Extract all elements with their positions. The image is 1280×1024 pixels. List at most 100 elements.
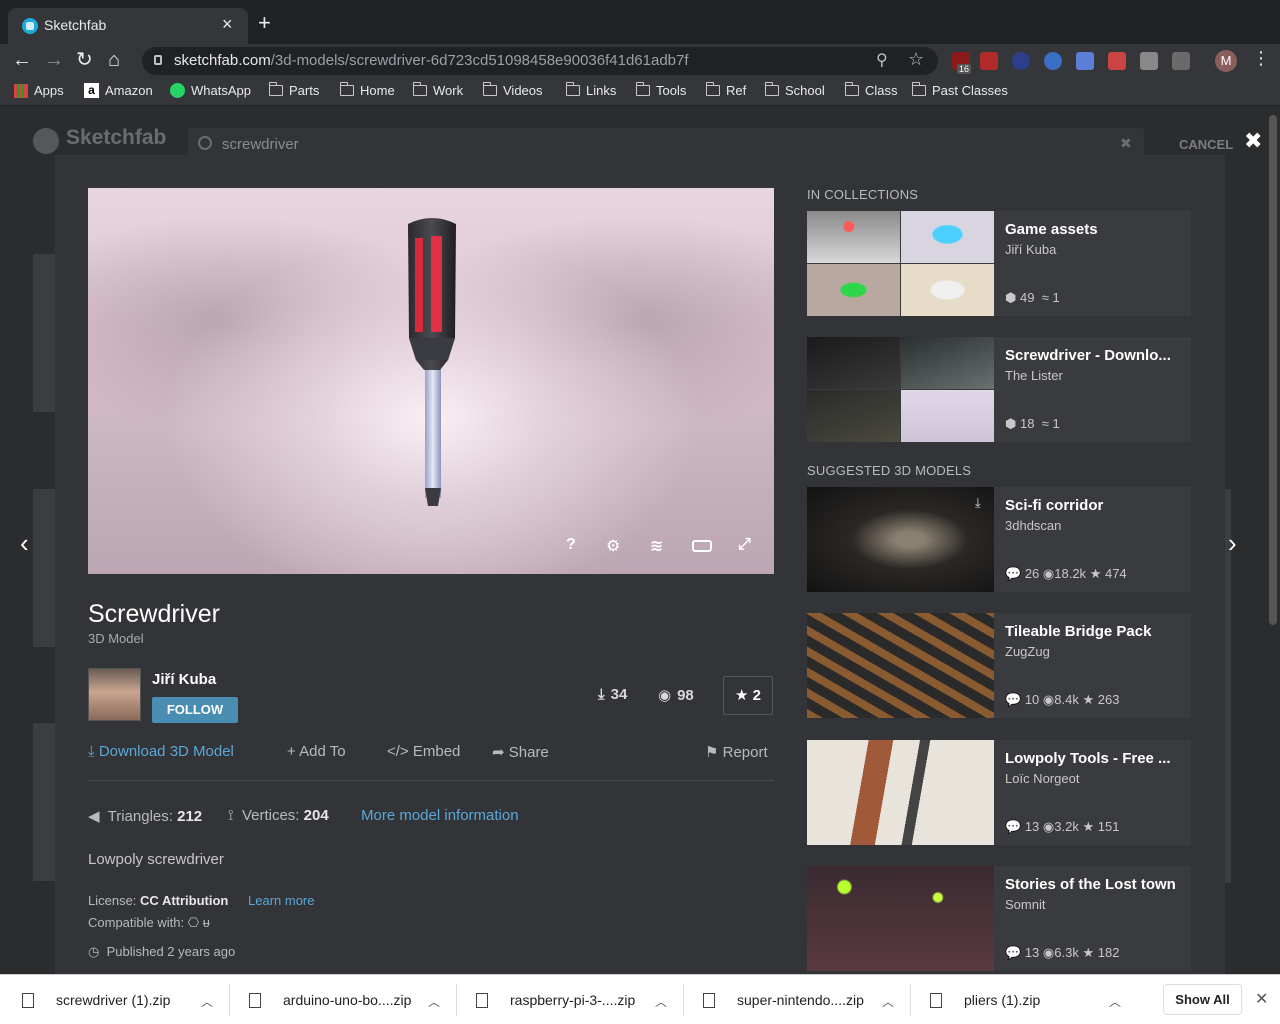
model-description: Lowpoly screwdriver (88, 851, 224, 868)
bookmark-folder-parts[interactable]: Parts (268, 82, 319, 98)
new-tab-icon[interactable]: + (258, 12, 271, 34)
collection-name[interactable]: Screwdriver - Downlo... (1005, 347, 1185, 364)
follow-button[interactable]: FOLLOW (152, 697, 238, 723)
camera-extension-icon[interactable] (1140, 52, 1158, 70)
bookmark-folder-past-classes[interactable]: Past Classes (911, 82, 1008, 98)
like-button[interactable]: ★ 2 (723, 676, 773, 715)
download-icon: ⤓ (88, 743, 95, 760)
browser-tab[interactable]: Sketchfab × (8, 8, 248, 44)
add-to-button[interactable]: + Add To (287, 743, 346, 760)
viewer-fullscreen-icon[interactable]: ⤢ (738, 536, 751, 554)
model-name[interactable]: Tileable Bridge Pack (1005, 623, 1185, 640)
collection-owner[interactable]: Jiří Kuba (1005, 242, 1056, 257)
download-options-chevron-icon[interactable]: ︿ (201, 993, 213, 1010)
bookmark-folder-home[interactable]: Home (339, 82, 395, 98)
kebab-menu-icon[interactable]: ⋮ (1252, 48, 1270, 69)
learn-more-link[interactable]: Learn more (248, 893, 314, 908)
viewer-layers-icon[interactable]: ≋ (650, 536, 663, 556)
model-owner[interactable]: Loïc Norgeot (1005, 771, 1079, 786)
background-thumbnail (33, 489, 55, 647)
in-collections-heading: IN COLLECTIONS (807, 187, 919, 202)
author-avatar[interactable] (88, 668, 141, 721)
collection-owner[interactable]: The Lister (1005, 368, 1063, 383)
download-options-chevron-icon[interactable]: ︿ (1109, 993, 1121, 1010)
star-icon: ★ (1082, 692, 1095, 707)
profile-avatar[interactable]: M (1215, 50, 1237, 72)
background-search-bar[interactable] (188, 128, 1144, 158)
cancel-search-button[interactable]: CANCEL (1179, 137, 1233, 152)
bookmark-amazon[interactable]: a Amazon (84, 83, 153, 98)
bookmark-whatsapp[interactable]: WhatsApp (170, 83, 251, 98)
file-icon (930, 992, 942, 1008)
download-options-chevron-icon[interactable]: ︿ (882, 993, 894, 1010)
bookmark-folder-links[interactable]: Links (565, 82, 616, 98)
download-item[interactable]: super-nintendo....zip (703, 986, 864, 1014)
3d-viewer[interactable]: ? ⚙ ≋ ⤢ (88, 188, 774, 574)
bookmark-folder-work[interactable]: Work (412, 82, 463, 98)
collection-card[interactable]: Game assets Jiří Kuba ⬢ 49 ≈ 1 (807, 211, 1191, 316)
bookmark-folder-school[interactable]: School (764, 82, 825, 98)
bookmark-apps[interactable]: Apps (14, 83, 64, 98)
share-button[interactable]: ➦ Share (492, 743, 549, 761)
embed-button[interactable]: </> Embed (387, 743, 460, 760)
suggested-model-card[interactable]: ⤓ Sci-fi corridor 3dhdscan 💬 26 ◉18.2k ★… (807, 487, 1191, 592)
download-item[interactable]: screwdriver (1).zip (22, 986, 170, 1014)
clock-icon: ◷ (88, 944, 100, 959)
forward-icon[interactable]: → (44, 48, 64, 72)
extension-icon[interactable] (1076, 52, 1094, 70)
model-name[interactable]: Sci-fi corridor (1005, 497, 1185, 514)
previous-model-chevron-left-icon[interactable]: ‹ (20, 528, 29, 559)
download-model-link[interactable]: ⤓ Download 3D Model (88, 743, 234, 760)
extension-icon[interactable] (1172, 52, 1190, 70)
model-title: Screwdriver (88, 600, 220, 628)
viewer-settings-gear-icon[interactable]: ⚙ (606, 536, 620, 556)
reload-icon[interactable]: ↻ (76, 48, 93, 72)
home-icon[interactable]: ⌂ (108, 48, 120, 72)
suggested-model-card[interactable]: Lowpoly Tools - Free ... Loïc Norgeot 💬 … (807, 740, 1191, 845)
author-name[interactable]: Jiří Kuba (152, 671, 216, 688)
sketchfab-logo-icon (33, 128, 59, 154)
bookmark-folder-videos[interactable]: Videos (482, 82, 543, 98)
viewer-help-icon[interactable]: ? (566, 536, 576, 554)
model-name[interactable]: Lowpoly Tools - Free ... (1005, 750, 1185, 767)
bookmark-star-icon[interactable]: ☆ (908, 49, 924, 70)
address-bar[interactable]: sketchfab.com/3d-models/screwdriver-6d72… (142, 47, 938, 75)
suggested-model-card[interactable]: Stories of the Lost town Somnit 💬 13 ◉6.… (807, 866, 1191, 971)
star-icon: ★ (1089, 566, 1102, 581)
bookmark-folder-ref[interactable]: Ref (705, 82, 746, 98)
collection-card[interactable]: Screwdriver - Downlo... The Lister ⬢ 18 … (807, 337, 1191, 442)
report-button[interactable]: ⚑ Report (705, 743, 768, 761)
extension-icon[interactable] (1012, 52, 1030, 70)
cube-icon: ⬢ (1005, 416, 1017, 431)
extension-icon[interactable] (1044, 52, 1062, 70)
download-options-chevron-icon[interactable]: ︿ (428, 993, 440, 1010)
bookmark-folder-class[interactable]: Class (844, 82, 898, 98)
model-name[interactable]: Stories of the Lost town (1005, 876, 1185, 893)
bookmark-folder-tools[interactable]: Tools (635, 82, 686, 98)
zoom-icon[interactable]: ⚲ (876, 50, 888, 70)
more-model-info-link[interactable]: More model information (361, 807, 519, 824)
extension-icon[interactable] (1108, 52, 1126, 70)
close-downloads-bar-icon[interactable]: ✕ (1255, 989, 1268, 1009)
close-modal-icon[interactable]: ✖ (1244, 128, 1262, 154)
model-owner[interactable]: 3dhdscan (1005, 518, 1061, 533)
sketchfab-logo[interactable]: Sketchfab (66, 126, 166, 150)
download-item[interactable]: arduino-uno-bo....zip (249, 986, 411, 1014)
model-owner[interactable]: ZugZug (1005, 644, 1050, 659)
download-options-chevron-icon[interactable]: ︿ (655, 993, 667, 1010)
background-search-value: screwdriver (222, 136, 299, 153)
clear-search-icon[interactable]: ✖ (1120, 135, 1132, 152)
suggested-model-card[interactable]: Tileable Bridge Pack ZugZug 💬 10 ◉8.4k ★… (807, 613, 1191, 718)
scrollbar-thumb[interactable] (1269, 115, 1277, 625)
folder-icon (844, 82, 859, 96)
download-item[interactable]: pliers (1).zip (930, 986, 1040, 1014)
download-item[interactable]: raspberry-pi-3-....zip (476, 986, 635, 1014)
model-owner[interactable]: Somnit (1005, 897, 1045, 912)
viewer-vr-icon[interactable] (692, 540, 712, 552)
extension-icon[interactable] (980, 52, 998, 70)
tab-close-icon[interactable]: × (222, 15, 233, 33)
collection-name[interactable]: Game assets (1005, 221, 1185, 238)
back-icon[interactable]: ← (12, 48, 32, 72)
next-model-chevron-right-icon[interactable]: › (1228, 528, 1237, 559)
show-all-downloads-button[interactable]: Show All (1163, 984, 1242, 1015)
